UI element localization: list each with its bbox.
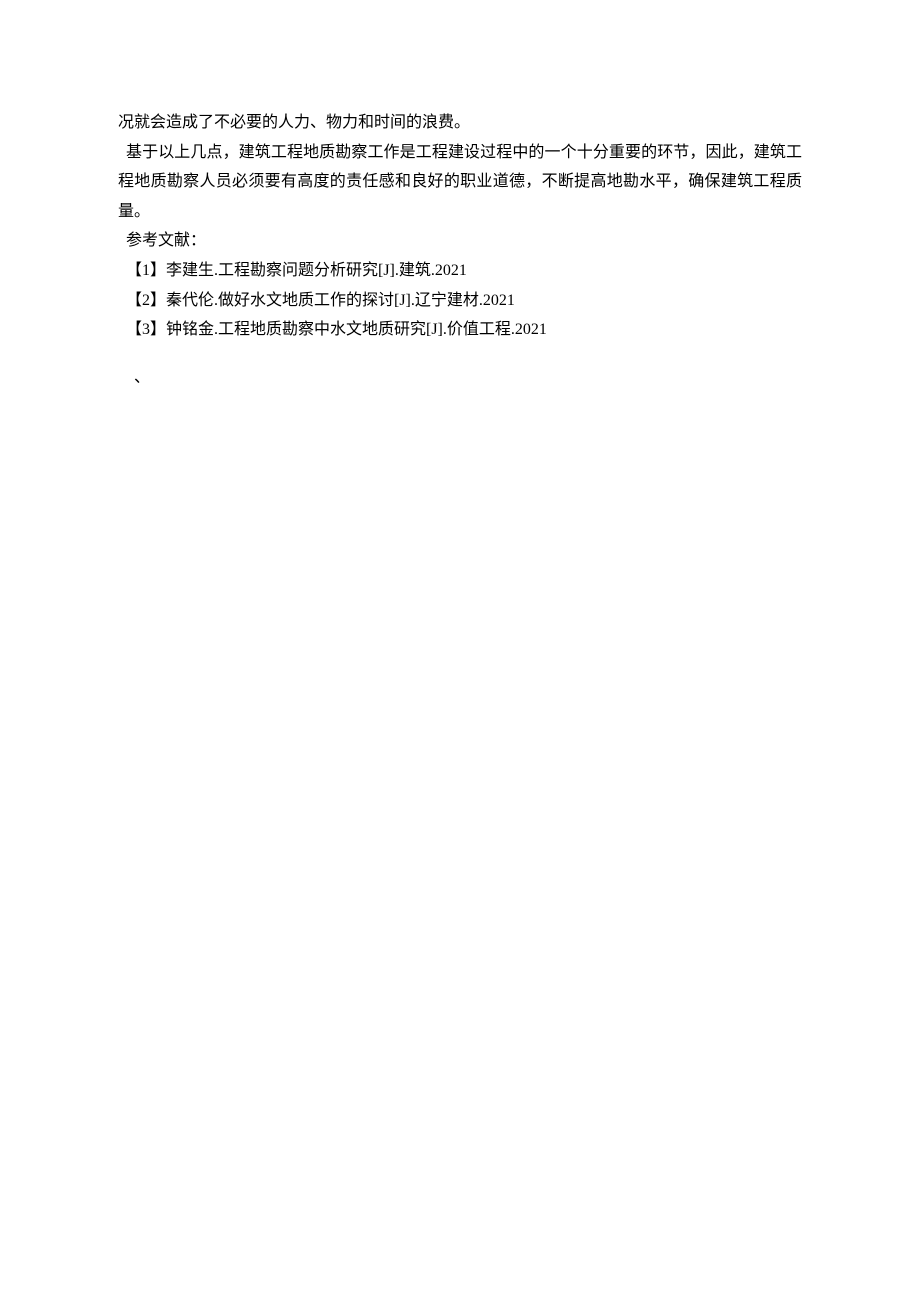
reference-item: 【3】钟铭金.工程地质勘察中水文地质研究[J].价值工程.2021 (118, 315, 802, 345)
references-heading: 参考文献： (118, 226, 802, 256)
paragraph-conclusion: 基于以上几点，建筑工程地质勘察工作是工程建设过程中的一个十分重要的环节，因此，建… (118, 138, 802, 227)
reference-item: 【2】秦代伦.做好水文地质工作的探讨[J].辽宁建材.2021 (118, 286, 802, 316)
paragraph-continuation: 况就会造成了不必要的人力、物力和时间的浪费。 (118, 108, 802, 138)
stray-mark: 、 (118, 363, 802, 393)
reference-item: 【1】李建生.工程勘察问题分析研究[J].建筑.2021 (118, 256, 802, 286)
document-body: 况就会造成了不必要的人力、物力和时间的浪费。 基于以上几点，建筑工程地质勘察工作… (118, 108, 802, 392)
